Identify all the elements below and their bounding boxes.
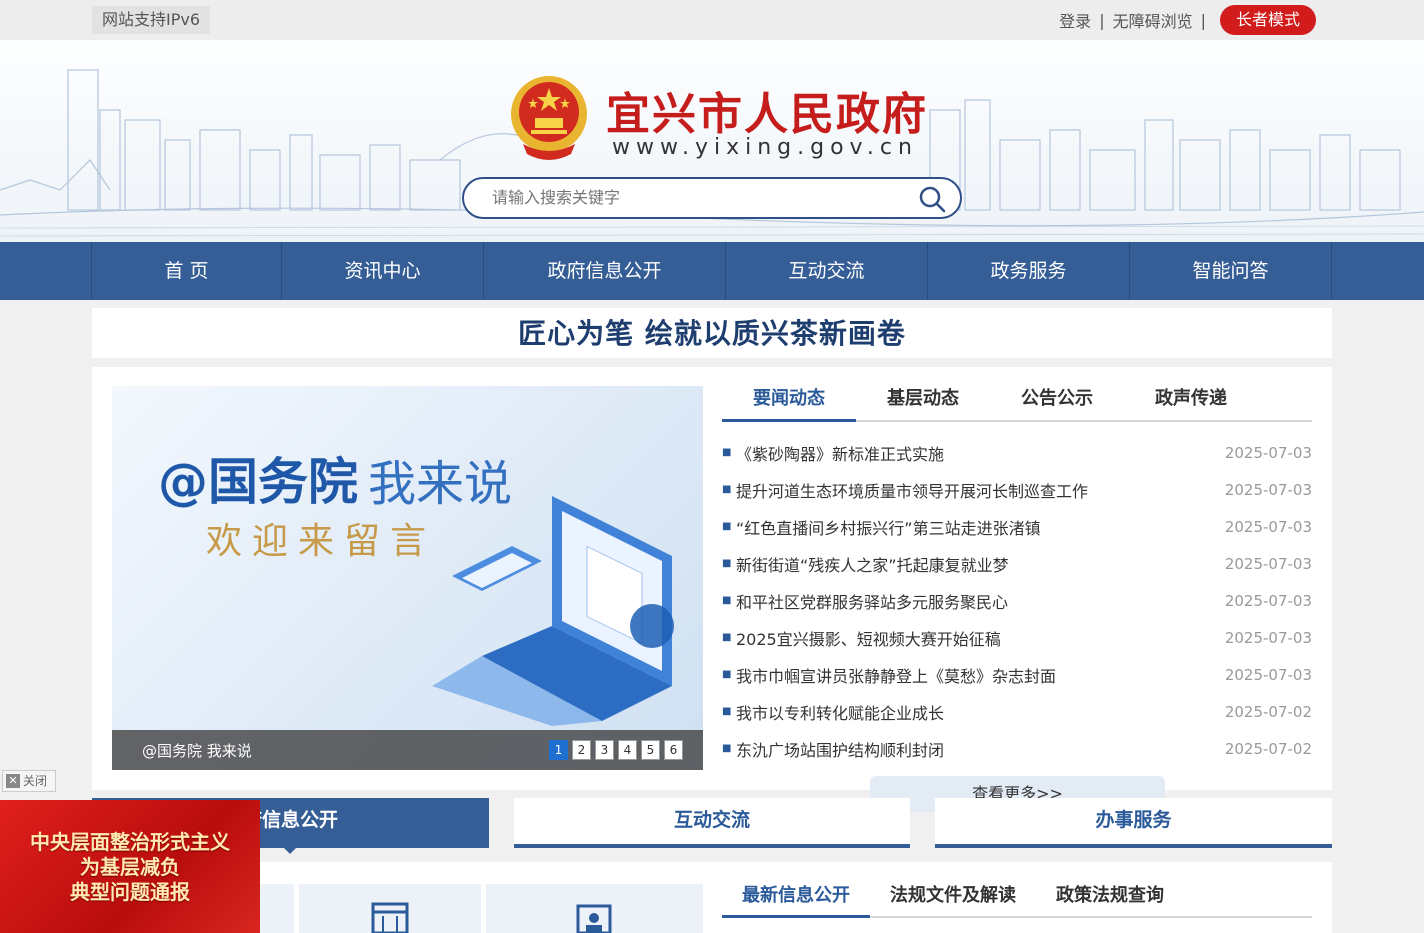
ipv6-badge: 网站支持IPv6	[92, 6, 211, 34]
headline-banner: 匠心为笔 绘就以质兴茶新画卷	[92, 308, 1332, 358]
ad-text-line: 为基层减负	[80, 855, 180, 879]
headline-text[interactable]: 匠心为笔 绘就以质兴茶新画卷	[92, 308, 1332, 360]
slide-caption[interactable]: @国务院 我来说	[142, 740, 252, 761]
news-title[interactable]: “红色直播间乡村振兴行”第三站走进张渚镇	[736, 515, 1225, 539]
news-item[interactable]: ■ 东氿广场站围护结构顺利封闭 2025-07-02	[722, 730, 1312, 767]
news-title[interactable]: 提升河道生态环境质量市领导开展河长制巡查工作	[736, 478, 1225, 502]
ad-close-label: 关闭	[23, 774, 48, 788]
news-item[interactable]: ■ 我市巾帼宣讲员张静静登上《莫愁》杂志封面 2025-07-03	[722, 656, 1312, 693]
nav-items: 首 页资讯中心 政府信息公开 互动交流 政务服务 智能问答	[91, 242, 1332, 300]
news-date: 2025-07-03	[1224, 591, 1312, 610]
news-title[interactable]: 东氿广场站围护结构顺利封闭	[736, 737, 1225, 761]
news-item[interactable]: ■ 《紫砂陶器》新标准正式实施 2025-07-03	[722, 434, 1312, 471]
info-card[interactable]	[486, 884, 703, 933]
nav-item[interactable]: 互动交流	[726, 242, 928, 300]
top-links: 登录 | 无障碍浏览 | 长者模式	[1059, 5, 1316, 35]
elder-mode-button[interactable]: 长者模式	[1219, 5, 1316, 35]
lower-tabs: 最新信息公开 法规文件及解读 政策法规查询	[722, 874, 1312, 918]
separator: |	[1099, 10, 1105, 30]
close-icon: ✕	[6, 774, 20, 788]
news-tabs: 要闻动态 基层动态 公告公示 政声传递	[722, 376, 1312, 422]
carousel-page-button[interactable]: 5	[641, 740, 660, 760]
bullet-icon: ■	[722, 595, 732, 606]
nav-item[interactable]: 首 页	[92, 242, 282, 300]
news-title[interactable]: 我市以专利转化赋能企业成长	[736, 700, 1225, 724]
bullet-icon: ■	[722, 706, 732, 717]
nav-item[interactable]: 智能问答	[1130, 242, 1332, 300]
news-tab[interactable]: 政声传递	[1124, 376, 1258, 422]
news-title[interactable]: 新街街道“残疾人之家”托起康复就业梦	[736, 552, 1225, 576]
search-icon[interactable]	[918, 185, 946, 213]
site-url: www.yixing.gov.cn	[612, 135, 918, 160]
bullet-icon: ■	[722, 669, 732, 680]
news-item[interactable]: ■ 我市以专利转化赋能企业成长 2025-07-02	[722, 693, 1312, 730]
bullet-icon: ■	[722, 632, 732, 643]
news-tab[interactable]: 基层动态	[856, 376, 990, 422]
news-date: 2025-07-03	[1224, 517, 1312, 536]
carousel-page-button[interactable]: 2	[572, 740, 591, 760]
news-item[interactable]: ■ 2025宜兴摄影、短视频大赛开始征稿 2025-07-03	[722, 619, 1312, 656]
search-input[interactable]	[492, 185, 892, 213]
nav-item[interactable]: 政府信息公开	[484, 242, 726, 300]
section-tab-interaction[interactable]: 互动交流	[514, 798, 910, 848]
news-tab[interactable]: 要闻动态	[722, 376, 856, 422]
building-icon	[371, 902, 409, 933]
bullet-icon: ■	[722, 558, 732, 569]
bullet-icon: ■	[722, 447, 732, 458]
carousel-page-button[interactable]: 6	[664, 740, 683, 760]
news-list: ■ 《紫砂陶器》新标准正式实施 2025-07-03 ■ 提升河道生态环境质量市领导开展…	[722, 434, 1312, 767]
news-item[interactable]: ■ 和平社区党群服务驿站多元服务聚民心 2025-07-03	[722, 582, 1312, 619]
ad-close-button[interactable]: ✕ 关闭	[2, 770, 56, 792]
news-date: 2025-07-02	[1224, 739, 1312, 758]
document-person-icon	[576, 904, 612, 933]
main-nav: 首 页资讯中心 政府信息公开 互动交流 政务服务 智能问答	[0, 242, 1424, 300]
section-tab-services[interactable]: 办事服务	[935, 798, 1332, 848]
nav-item[interactable]: 政务服务	[928, 242, 1130, 300]
news-title[interactable]: 2025宜兴摄影、短视频大赛开始征稿	[736, 626, 1225, 650]
slide-caption-bar: @国务院 我来说 123456	[112, 730, 703, 770]
separator: |	[1200, 10, 1206, 30]
bullet-icon: ■	[722, 521, 732, 532]
site-title: 宜兴市人民政府	[606, 89, 928, 140]
lower-tab[interactable]: 政策法规查询	[1036, 874, 1184, 918]
news-date: 2025-07-03	[1224, 628, 1312, 647]
news-item[interactable]: ■ 新街街道“残疾人之家”托起康复就业梦 2025-07-03	[722, 545, 1312, 582]
search-box	[462, 177, 962, 219]
news-tab[interactable]: 公告公示	[990, 376, 1124, 422]
laptop-illustration	[432, 496, 674, 726]
news-item[interactable]: ■ “红色直播间乡村振兴行”第三站走进张渚镇 2025-07-03	[722, 508, 1312, 545]
news-date: 2025-07-02	[1224, 702, 1312, 721]
carousel-page-button[interactable]: 4	[618, 740, 637, 760]
active-tab-arrow	[282, 846, 298, 854]
national-emblem-icon	[511, 76, 587, 160]
login-link[interactable]: 登录	[1059, 8, 1091, 32]
lower-tab[interactable]: 法规文件及解读	[870, 874, 1036, 918]
news-title[interactable]: 《紫砂陶器》新标准正式实施	[736, 441, 1225, 465]
news-date: 2025-07-03	[1224, 443, 1312, 462]
carousel-page-button[interactable]: 3	[595, 740, 614, 760]
news-title[interactable]: 和平社区党群服务驿站多元服务聚民心	[736, 589, 1225, 613]
accessible-link[interactable]: 无障碍浏览	[1113, 8, 1193, 32]
nav-item[interactable]: 资讯中心	[282, 242, 484, 300]
ad-text-line: 中央层面整治形式主义	[30, 830, 230, 854]
carousel-pagination: 123456	[549, 740, 683, 760]
news-date: 2025-07-03	[1224, 554, 1312, 573]
news-date: 2025-07-03	[1224, 665, 1312, 684]
slide-subtitle: 欢迎来留言	[206, 521, 437, 562]
lower-tab[interactable]: 最新信息公开	[722, 874, 870, 918]
ad-text-line: 典型问题通报	[70, 880, 190, 904]
slide-heading: @国务院	[158, 453, 358, 511]
news-date: 2025-07-03	[1224, 480, 1312, 499]
carousel-page-button[interactable]: 1	[549, 740, 568, 760]
carousel-slide[interactable]: @国务院 我来说 欢迎来留言 @国务院 我来说 123456	[112, 386, 703, 770]
bullet-icon: ■	[722, 743, 732, 754]
bullet-icon: ■	[722, 484, 732, 495]
info-card[interactable]	[299, 884, 481, 933]
news-title[interactable]: 我市巾帼宣讲员张静静登上《莫愁》杂志封面	[736, 663, 1225, 687]
floating-ad[interactable]: 中央层面整治形式主义 为基层减负 典型问题通报	[0, 800, 260, 933]
news-item[interactable]: ■ 提升河道生态环境质量市领导开展河长制巡查工作 2025-07-03	[722, 471, 1312, 508]
